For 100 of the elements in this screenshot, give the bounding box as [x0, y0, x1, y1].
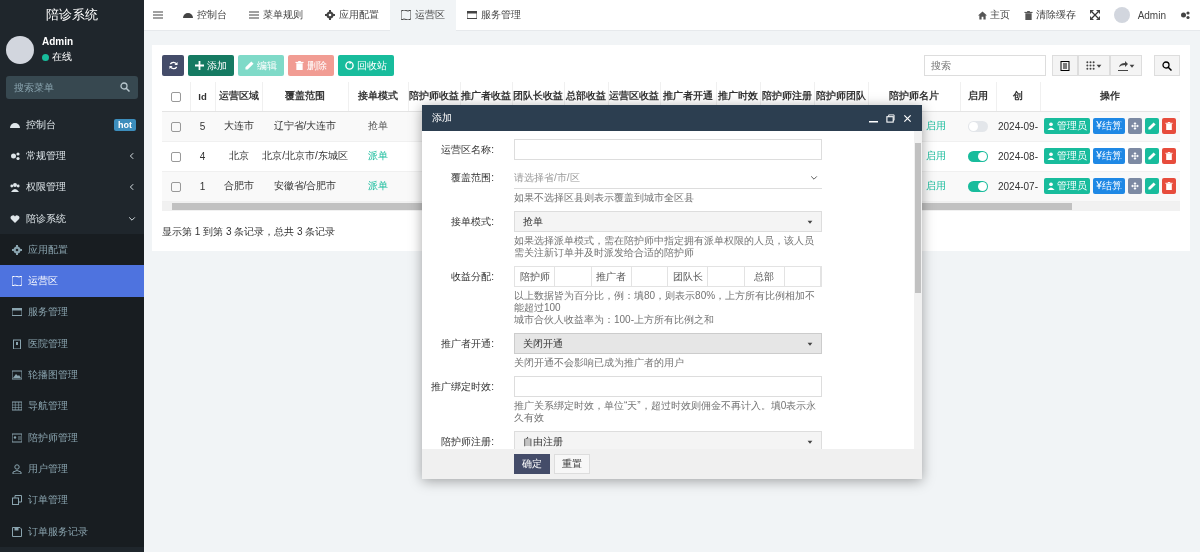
top-link[interactable]: 清除缓存 [1023, 8, 1076, 22]
sidebar-item[interactable]: 医院管理 [0, 328, 144, 360]
vertical-scrollbar[interactable] [914, 131, 922, 449]
delete-button[interactable] [1161, 148, 1176, 164]
nav-tab[interactable]: 应用配置 [314, 0, 390, 31]
table-cell: 2024-08- [996, 141, 1040, 171]
field-label: 推广者开通: [440, 337, 495, 351]
sidebar-item[interactable]: 应用配置 [0, 234, 144, 266]
delete-button[interactable] [1161, 118, 1176, 134]
edit-button[interactable] [1144, 148, 1159, 164]
table-cell: 大连市 [215, 111, 262, 141]
minimize-icon [869, 121, 878, 123]
settle-button[interactable]: ¥结算 [1093, 118, 1125, 134]
restore-button[interactable] [886, 113, 895, 123]
select-field[interactable]: 抢单 [514, 211, 822, 232]
table-cell: 北京/北京市/东城区 [262, 141, 348, 171]
settle-button[interactable]: ¥结算 [1093, 178, 1125, 194]
card-icon [12, 307, 22, 318]
top-link[interactable]: 主页 [977, 8, 1010, 22]
field-label: 陪护师注册: [440, 435, 495, 449]
move-button[interactable] [1127, 178, 1142, 194]
help-text: 关闭开通不会影响已成为推广者的用户 [514, 357, 685, 369]
user-status: 在线 [52, 50, 72, 64]
user-icon [12, 463, 22, 474]
search-field[interactable]: 搜索菜单 [6, 76, 138, 99]
nav-tab[interactable]: 控制台 [172, 0, 238, 31]
reset-button[interactable]: 重置 [554, 454, 590, 474]
settle-button[interactable]: ¥结算 [1093, 148, 1125, 164]
move-button[interactable] [1127, 118, 1142, 134]
toggle-switch[interactable] [968, 120, 988, 132]
move-icon [1130, 152, 1139, 160]
sidebar-item[interactable]: 常规管理 [0, 140, 144, 172]
nav-tab[interactable]: 菜单规则 [238, 0, 314, 31]
table-cell: 4 [190, 141, 215, 171]
select-field[interactable]: 自由注册 [514, 431, 822, 449]
toggle-switch[interactable] [968, 180, 988, 192]
pencil-icon [1147, 152, 1156, 160]
field-label: 接单模式: [450, 215, 495, 229]
toggle-view-button[interactable] [1052, 55, 1078, 76]
columns-button[interactable] [1078, 55, 1110, 76]
sidebar-item[interactable]: 导航管理 [0, 390, 144, 422]
record-summary: 显示第 1 到第 3 条记录，总共 3 条记录 [162, 224, 336, 239]
sidebar-item[interactable]: 服务管理 [0, 296, 144, 329]
app-logo: 陪诊系统 [45, 6, 99, 24]
dialog-title: 添加 [432, 111, 453, 125]
caret-icon [1096, 62, 1102, 69]
move-button[interactable] [1127, 148, 1142, 164]
checkbox[interactable] [171, 151, 181, 162]
table-cell: 辽宁省/大连市 [262, 111, 348, 141]
sidebar-item[interactable]: 控制台 hot [0, 109, 144, 141]
confirm-button[interactable]: 确定 [514, 454, 550, 474]
sidebar-item[interactable]: 订单管理 [0, 484, 144, 516]
search-field[interactable]: 搜索 [924, 55, 1046, 76]
caret-icon [1128, 62, 1135, 69]
restore-icon [886, 113, 895, 123]
sidebar-item[interactable]: 订单服务记录 [0, 515, 144, 548]
table-cell: 2024-07- [996, 171, 1040, 201]
close-icon [903, 113, 912, 123]
sidebar-item[interactable]: 运营区 [0, 265, 144, 297]
close-button[interactable] [903, 113, 912, 123]
input-field[interactable] [514, 139, 822, 160]
sidebar-item[interactable]: 用户管理 [0, 453, 144, 485]
gear-icon [12, 244, 22, 255]
refresh-button[interactable] [162, 55, 184, 76]
edit-button[interactable] [1144, 178, 1159, 194]
delete-button[interactable] [1161, 178, 1176, 194]
table-cell: 合肥市 [215, 171, 262, 201]
person-icon [1047, 122, 1056, 130]
sidebar-item[interactable]: 陪诊系统 [0, 202, 144, 235]
table-cell: 北京 [215, 141, 262, 171]
table-cell: 安徽省/合肥市 [262, 171, 348, 201]
gauge-icon [183, 10, 193, 20]
column-header: 接单模式 [348, 82, 408, 111]
table-icon [1060, 60, 1070, 71]
column-header: Id [190, 82, 215, 111]
search-icon [120, 82, 130, 92]
gears-icon [10, 150, 20, 161]
nav-tab[interactable]: 服务管理 [456, 0, 532, 31]
field-label: 覆盖范围: [450, 171, 495, 185]
person-icon [1047, 182, 1056, 190]
input-field[interactable] [514, 376, 822, 397]
checkbox[interactable] [170, 92, 181, 102]
add-button[interactable]: 添加 [188, 55, 234, 76]
field-label: 运营区名称: [440, 143, 495, 157]
user-menu[interactable]: Admin [1113, 7, 1166, 23]
export-button[interactable] [1110, 55, 1142, 76]
menu-icon [153, 10, 163, 20]
nav-tab[interactable]: 运营区 [390, 0, 456, 31]
sidebar-item[interactable]: 权限管理 [0, 171, 144, 203]
edit-button[interactable] [1144, 118, 1159, 134]
home-icon [977, 10, 987, 20]
checkbox[interactable] [171, 181, 181, 192]
toggle-switch[interactable] [968, 150, 988, 162]
checkbox[interactable] [171, 121, 181, 132]
search-button[interactable] [1154, 55, 1180, 76]
move-icon [1130, 122, 1139, 130]
sidebar-item[interactable]: 轮播图管理 [0, 359, 144, 391]
user-name: Admin [42, 36, 74, 47]
sidebar-item[interactable]: 陪护师管理 [0, 421, 144, 454]
refresh-icon [168, 61, 178, 70]
